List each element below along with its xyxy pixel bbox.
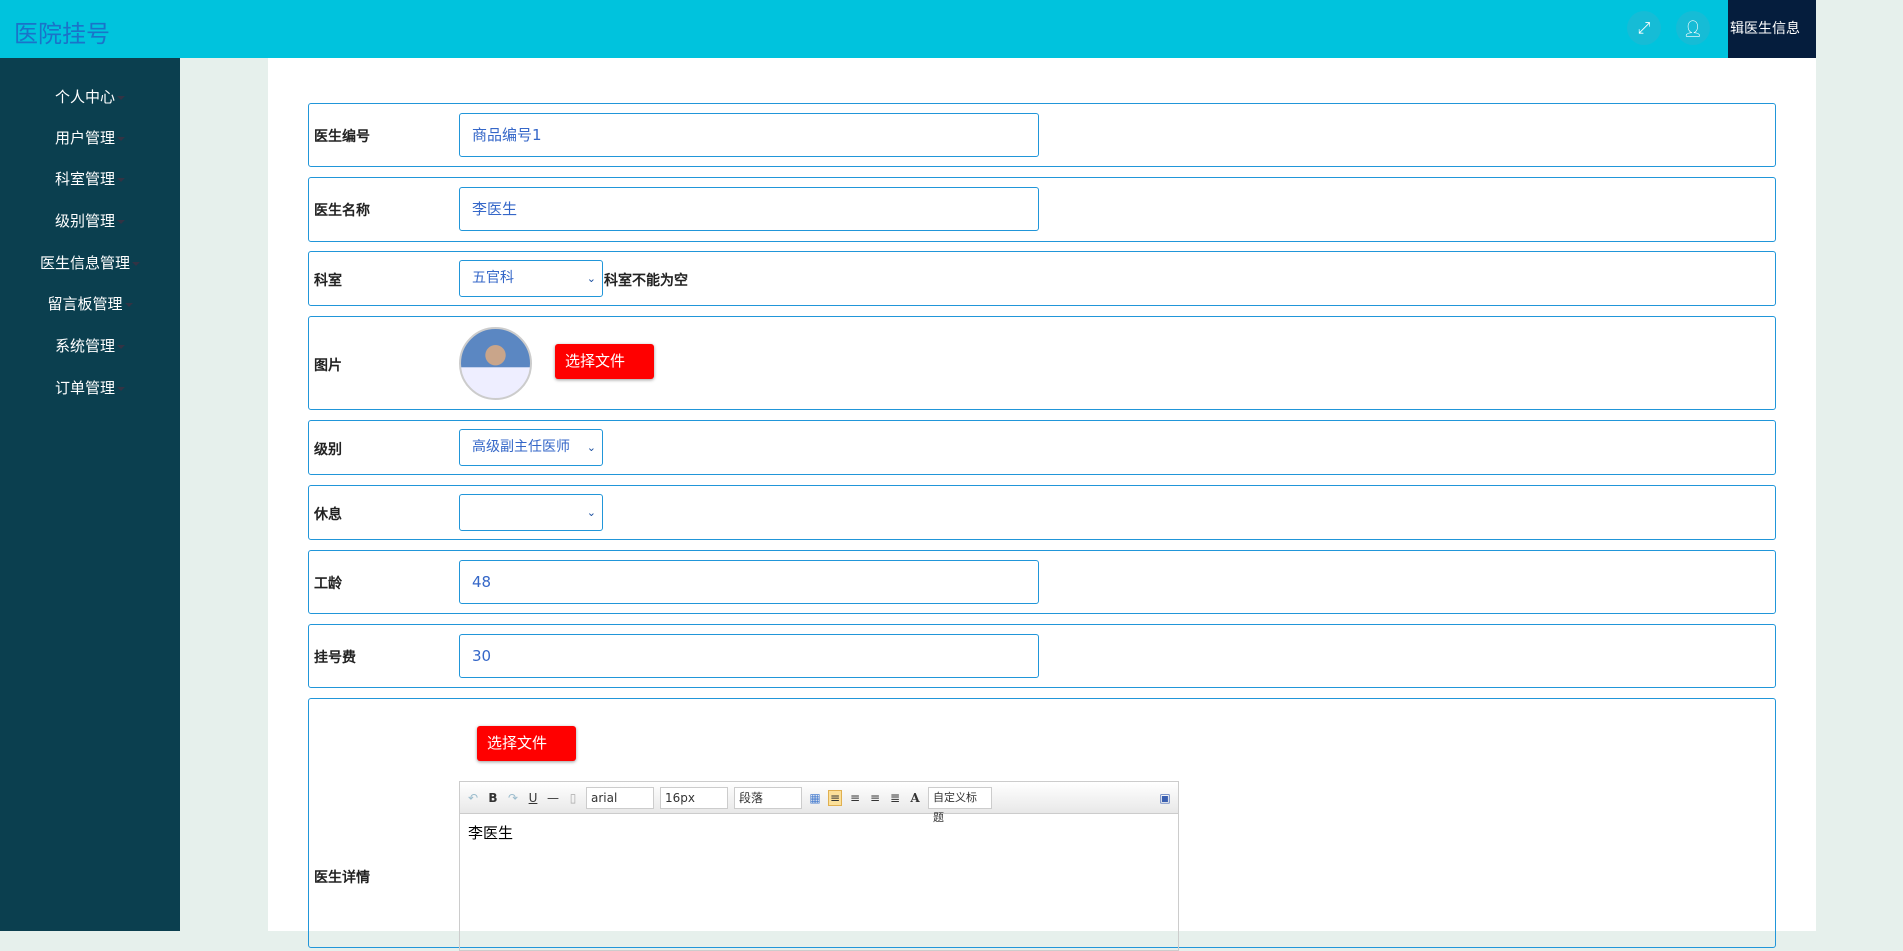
- app-title: 医院挂号: [14, 20, 110, 48]
- caret-down-icon: [117, 344, 125, 349]
- sidebar-item-personal[interactable]: 个人中心: [0, 86, 180, 107]
- department-error: 科室不能为空: [604, 273, 688, 289]
- caret-down-icon: [117, 219, 125, 224]
- sidebar-item-levels[interactable]: 级别管理: [0, 210, 180, 231]
- align-center-icon[interactable]: ≡: [868, 791, 882, 805]
- field-label: 图片: [314, 358, 342, 374]
- page-icon[interactable]: ▯: [566, 791, 580, 805]
- field-label: 医生详情: [314, 870, 370, 886]
- sidebar-item-system[interactable]: 系统管理: [0, 335, 180, 356]
- doctor-id-input[interactable]: 商品编号1: [459, 113, 1039, 157]
- sidebar-item-doctors[interactable]: 医生信息管理: [0, 252, 180, 273]
- form-row-doctor-name: 医生名称 李医生: [308, 177, 1776, 242]
- form-row-photo: 图片 选择文件: [308, 316, 1776, 410]
- selected-value: 五官科: [472, 270, 514, 286]
- sidebar-item-label: 留言板管理: [47, 295, 123, 313]
- top-header: 医院挂号 ⤢ 👤︎ 辑医生信息: [0, 0, 1816, 58]
- caret-down-icon: [117, 136, 125, 141]
- sidebar-item-messages[interactable]: 留言板管理: [0, 293, 180, 314]
- field-label: 休息: [314, 507, 342, 523]
- sidebar-item-label: 用户管理: [54, 129, 115, 147]
- chevron-down-icon: ⌄: [586, 441, 596, 454]
- horizontal-rule-icon[interactable]: —: [546, 791, 560, 805]
- level-select[interactable]: 高级副主任医师 ⌄: [459, 429, 603, 466]
- sidebar-item-label: 订单管理: [54, 379, 115, 397]
- field-label: 科室: [314, 273, 342, 289]
- fee-input[interactable]: 30: [459, 634, 1039, 678]
- font-family-select[interactable]: arial: [586, 786, 654, 809]
- doctor-name-input[interactable]: 李医生: [459, 187, 1039, 231]
- caret-down-icon: [117, 386, 125, 391]
- font-color-button[interactable]: A: [908, 791, 922, 805]
- choose-file-button[interactable]: 选择文件: [477, 726, 576, 761]
- form-row-doctor-id: 医生编号 商品编号1: [308, 103, 1776, 167]
- align-left-icon[interactable]: ≡: [828, 789, 842, 806]
- field-label: 医生名称: [314, 203, 370, 219]
- caret-down-icon: [124, 302, 133, 307]
- rest-select[interactable]: ⌄: [459, 494, 603, 531]
- department-select[interactable]: 五官科 ⌄: [459, 260, 603, 297]
- combo-value: 段落: [739, 790, 764, 805]
- sidebar-item-departments[interactable]: 科室管理: [0, 168, 180, 189]
- sidebar-item-orders[interactable]: 订单管理: [0, 377, 180, 398]
- form-row-details: 医生详情 选择文件 ↶ B ↷ U — ▯ arial 16px 段落 ▦ ≡ …: [308, 698, 1776, 951]
- editor-toolbar: ↶ B ↷ U — ▯ arial 16px 段落 ▦ ≡ ≡ ≡ ≣ A 自定…: [460, 782, 1178, 824]
- sidebar-item-label: 级别管理: [54, 212, 115, 230]
- caret-down-icon: [132, 261, 140, 266]
- caret-down-icon: [117, 95, 125, 100]
- user-icon[interactable]: 👤︎: [1676, 11, 1710, 45]
- field-label: 挂号费: [314, 650, 356, 666]
- sidebar-item-label: 系统管理: [54, 337, 115, 355]
- doctor-photo: [459, 327, 532, 400]
- custom-heading-select[interactable]: 自定义标题: [928, 786, 992, 824]
- font-size-select[interactable]: 16px: [660, 786, 728, 809]
- undo-icon[interactable]: ↶: [466, 791, 480, 805]
- sidebar-item-label: 个人中心: [54, 88, 115, 106]
- page-tab[interactable]: 辑医生信息: [1728, 0, 1816, 58]
- chevron-down-icon: ⌄: [586, 506, 596, 519]
- sidebar: 个人中心 用户管理 科室管理 级别管理 医生信息管理 留言板管理 系统管理 订单…: [0, 58, 180, 931]
- bold-button[interactable]: B: [486, 791, 500, 805]
- form-row-rest: 休息 ⌄: [308, 485, 1776, 540]
- combo-value: arial: [591, 790, 618, 805]
- choose-photo-button[interactable]: 选择文件: [555, 344, 654, 379]
- underline-button[interactable]: U: [526, 791, 540, 805]
- form-row-fee: 挂号费 30: [308, 624, 1776, 688]
- justify-icon[interactable]: ≣: [888, 791, 902, 805]
- combo-value: 16px: [665, 790, 695, 805]
- table-icon[interactable]: ▦: [808, 791, 822, 805]
- sidebar-item-users[interactable]: 用户管理: [0, 127, 180, 148]
- field-label: 工龄: [314, 576, 342, 592]
- chevron-down-icon: ⌄: [586, 272, 596, 285]
- redo-icon[interactable]: ↷: [506, 791, 520, 805]
- form-row-seniority: 工龄 48: [308, 550, 1776, 614]
- rich-text-editor: ↶ B ↷ U — ▯ arial 16px 段落 ▦ ≡ ≡ ≡ ≣ A 自定…: [459, 781, 1179, 951]
- seniority-input[interactable]: 48: [459, 560, 1039, 604]
- form-row-level: 级别 高级副主任医师 ⌄: [308, 420, 1776, 475]
- caret-down-icon: [117, 177, 125, 182]
- form-row-department: 科室 五官科 ⌄ 科室不能为空: [308, 251, 1776, 306]
- editor-content[interactable]: 李医生: [460, 814, 1178, 851]
- paragraph-select[interactable]: 段落: [734, 786, 802, 809]
- field-label: 医生编号: [314, 129, 370, 145]
- fullscreen-icon[interactable]: ⤢: [1627, 11, 1661, 45]
- field-label: 级别: [314, 442, 342, 458]
- preview-icon[interactable]: ▣: [1158, 791, 1172, 805]
- align-right-icon[interactable]: ≡: [848, 791, 862, 805]
- sidebar-item-label: 科室管理: [54, 170, 115, 188]
- selected-value: 高级副主任医师: [472, 439, 570, 455]
- sidebar-item-label: 医生信息管理: [39, 254, 130, 272]
